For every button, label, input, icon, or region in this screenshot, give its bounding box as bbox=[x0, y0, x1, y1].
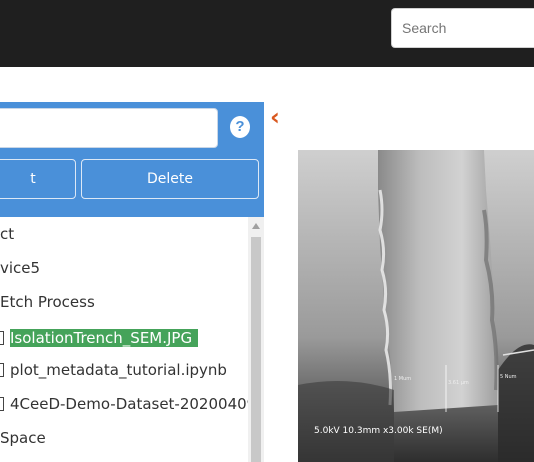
tree-item-folder[interactable]: ct bbox=[0, 221, 14, 247]
tree-item-label: IsolationTrench_SEM.JPG bbox=[10, 329, 199, 347]
tree-item-folder[interactable]: vice5 bbox=[0, 255, 40, 281]
tree-item-folder[interactable]: Etch Process bbox=[0, 289, 95, 315]
file-icon bbox=[0, 396, 4, 411]
file-browser-header: ? t Delete bbox=[0, 102, 264, 217]
top-navbar bbox=[0, 0, 534, 67]
help-icon[interactable]: ? bbox=[230, 116, 250, 138]
sem-image bbox=[298, 150, 534, 462]
tree-item-label: ct bbox=[0, 225, 15, 243]
file-icon bbox=[0, 330, 4, 345]
tree-item-file-selected[interactable]: IsolationTrench_SEM.JPG bbox=[0, 325, 199, 351]
measure-label: 1 Mum bbox=[394, 376, 412, 382]
scroll-thumb[interactable] bbox=[251, 237, 261, 462]
file-icon bbox=[0, 362, 4, 377]
sem-image-preview: 1 Mum 3.61 μm 5 Num 5.0kV 10.3mm x3.00k … bbox=[298, 150, 534, 462]
tree-item-folder[interactable]: Space bbox=[0, 425, 46, 451]
measure-label: 3.61 μm bbox=[448, 380, 469, 386]
chevron-left-icon[interactable]: ‹ bbox=[270, 104, 280, 130]
file-browser-panel: ? t Delete ct vice5 Etch Process Isolati… bbox=[0, 102, 264, 462]
scroll-up-icon[interactable] bbox=[252, 223, 260, 229]
tree-item-label: 4CeeD-Demo-Dataset-20200409T04 bbox=[10, 395, 248, 413]
tree-item-file[interactable]: plot_metadata_tutorial.ipynb bbox=[0, 357, 227, 383]
preview-panel: ‹ 1 Mum 3.61 μm 5 Num 5.0kV 10.3mm x3.00… bbox=[264, 102, 534, 462]
tree-item-label: vice5 bbox=[0, 259, 41, 277]
action-button[interactable]: t bbox=[0, 159, 76, 199]
search-input[interactable] bbox=[391, 8, 534, 48]
measure-label: 5 Num bbox=[500, 374, 517, 380]
tree-item-file[interactable]: 4CeeD-Demo-Dataset-20200409T04 bbox=[0, 391, 248, 417]
tree-item-label: Space bbox=[0, 429, 46, 447]
tree-item-label: Etch Process bbox=[0, 293, 95, 311]
tree-scrollbar[interactable] bbox=[248, 217, 264, 462]
tree-item-label: plot_metadata_tutorial.ipynb bbox=[10, 361, 227, 379]
delete-button[interactable]: Delete bbox=[81, 159, 259, 199]
sem-image-caption: 5.0kV 10.3mm x3.00k SE(M) bbox=[314, 426, 443, 436]
filter-input[interactable] bbox=[0, 108, 218, 148]
toolbar-strip bbox=[0, 67, 534, 102]
file-tree: ct vice5 Etch Process IsolationTrench_SE… bbox=[0, 217, 248, 462]
